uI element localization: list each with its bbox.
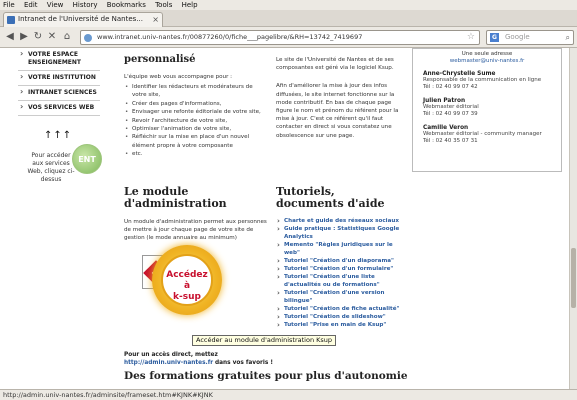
back-button[interactable]: ◀ xyxy=(4,30,16,44)
admin-url-link[interactable]: http://admin.univ-nantes.fr xyxy=(124,360,213,366)
tutorial-link[interactable]: Guide pratique : Statistiques Google Ana… xyxy=(276,225,406,241)
contact-card: Camille Veron Webmaster éditorial - comm… xyxy=(423,125,551,145)
access-ksup-line2: k-sup xyxy=(173,292,201,302)
contact-role: Webmaster éditorial - community manager xyxy=(423,131,542,137)
google-icon[interactable]: G xyxy=(490,33,499,42)
tutorial-link[interactable]: Tutoriel "Création d'un diaporama" xyxy=(276,257,406,265)
list-item: Optimiser l'animation de votre site, xyxy=(124,125,264,134)
home-button[interactable]: ⌂ xyxy=(60,30,74,44)
tutorial-link[interactable]: Tutoriel "Création d'une version bilingu… xyxy=(276,289,406,305)
ksup-info: Le site de l'Université de Nantes et de … xyxy=(276,48,404,140)
tutorials-section: Tutoriels, documents d'aide Charte et gu… xyxy=(276,185,406,330)
menu-history[interactable]: History xyxy=(73,1,98,9)
list-item: Réfléchir sur la mise en place d'un nouv… xyxy=(124,133,264,150)
up-arrows-icon: ↑↑↑ xyxy=(44,130,73,141)
bookmark-star-icon[interactable]: ☆ xyxy=(467,31,475,44)
admin-module-section: Le module d'administration Un module d'a… xyxy=(124,186,269,243)
contact-card: Anne-Chrystelle Sume Responsable de la c… xyxy=(423,71,551,91)
vertical-scrollbar[interactable] xyxy=(569,48,577,389)
tutorial-link[interactable]: Memento "Règles juridiques sur le web" xyxy=(276,241,406,257)
formations-heading: Des formations gratuites pour plus d'aut… xyxy=(124,370,408,382)
search-placeholder: Google xyxy=(505,33,530,41)
tutorial-link[interactable]: Tutoriel "Création de slideshow" xyxy=(276,313,406,321)
contacts-box: Une seule adresse webmaster@univ-nantes.… xyxy=(412,48,562,172)
favicon-icon xyxy=(7,16,15,24)
webmaster-email-link[interactable]: webmaster@univ-nantes.fr xyxy=(423,58,551,64)
search-icon[interactable]: ⌕ xyxy=(566,31,570,44)
ent-caption: Pour accéder aux services Web, cliquez c… xyxy=(27,152,75,183)
tutorial-link[interactable]: Tutoriel "Création d'un formulaire" xyxy=(276,265,406,273)
tutorial-link[interactable]: Tutoriel "Prise en main de Ksup" xyxy=(276,321,406,329)
contact-role: Responsable de la communication en ligne xyxy=(423,77,542,83)
site-identity-icon[interactable] xyxy=(84,34,92,42)
url-bar[interactable]: www.intranet.univ-nantes.fr/00877260/0/f… xyxy=(80,30,480,45)
status-bar: http://admin.univ-nantes.fr/adminsite/fr… xyxy=(0,389,577,400)
access-ksup-button[interactable]: Accédez à k-sup xyxy=(161,254,213,306)
module-description: Un module d'administration permet aux pe… xyxy=(124,219,267,242)
list-item: Créer des pages d'informations, xyxy=(124,100,264,109)
intro-heading: personnalisé xyxy=(124,54,196,65)
access-ksup-line1: Accédez à xyxy=(166,270,208,291)
sidebar-item-sciences[interactable]: INTRANET SCIENCES xyxy=(18,86,100,101)
menu-file[interactable]: File xyxy=(3,1,15,9)
tab-bar: Intranet de l'Université de Nantes... × xyxy=(0,10,577,27)
forward-button[interactable]: ▶ xyxy=(18,30,30,44)
direct-prefix: Pour un accès direct, mettez xyxy=(124,352,218,358)
menu-view[interactable]: View xyxy=(47,1,64,9)
sidebar-nav: VOTRE ESPACE ENSEIGNEMENT VOTRE INSTITUT… xyxy=(18,48,100,116)
tutorial-link[interactable]: Tutoriel "Création de fiche actualité" xyxy=(276,305,406,313)
direct-suffix: dans vos favoris ! xyxy=(214,360,274,366)
browser-tab[interactable]: Intranet de l'Université de Nantes... × xyxy=(3,12,163,27)
list-item: Revoir l'architecture de votre site, xyxy=(124,117,264,126)
contributif-paragraph: Afin d'améliorer la mise à jour des info… xyxy=(276,83,399,139)
tutorials-heading: Tutoriels, documents d'aide xyxy=(276,185,385,210)
list-item: Envisager une refonte éditoriale de votr… xyxy=(124,108,264,117)
sidebar-item-enseignement[interactable]: VOTRE ESPACE ENSEIGNEMENT xyxy=(18,48,100,71)
reload-button[interactable]: ↻ xyxy=(32,30,44,44)
url-text: www.intranet.univ-nantes.fr/00877260/0/f… xyxy=(97,33,363,41)
contacts-caption: Une seule adresse xyxy=(461,51,513,57)
ksup-paragraph: Le site de l'Université de Nantes et de … xyxy=(276,57,394,72)
contact-card: Julien Patron Webmaster éditorial Tél : … xyxy=(423,98,551,118)
intro-lead: L'équipe web vous accompagne pour : xyxy=(124,74,233,80)
search-input[interactable]: G Google ⌕ xyxy=(486,30,574,45)
navigation-toolbar: ◀ ▶ ↻ ✕ ⌂ www.intranet.univ-nantes.fr/00… xyxy=(0,27,577,48)
direct-access-note: Pour un accès direct, mettez http://admi… xyxy=(124,351,274,367)
ksup-tooltip: Accéder au module d'administration Ksup xyxy=(192,335,337,346)
sidebar-item-institution[interactable]: VOTRE INSTITUTION xyxy=(18,71,100,86)
intro-bullets: Identifier les rédacteurs et modérateurs… xyxy=(124,83,264,159)
contact-phone: Tél : 02 40 99 07 39 xyxy=(423,111,478,117)
close-tab-icon[interactable]: × xyxy=(152,13,159,26)
contact-role: Webmaster éditorial xyxy=(423,104,479,110)
tutorials-list: Charte et guide des réseaux sociaux Guid… xyxy=(276,217,406,329)
menu-help[interactable]: Help xyxy=(182,1,198,9)
list-item: etc. xyxy=(124,150,264,159)
menu-tools[interactable]: Tools xyxy=(155,1,172,9)
menu-bar: File Edit View History Bookmarks Tools H… xyxy=(0,0,577,10)
intro-section: personnalisé L'équipe web vous accompagn… xyxy=(124,48,264,159)
menu-edit[interactable]: Edit xyxy=(24,1,38,9)
module-heading: Le module d'administration xyxy=(124,185,227,210)
ent-button[interactable]: ENT xyxy=(72,144,102,174)
menu-bookmarks[interactable]: Bookmarks xyxy=(107,1,146,9)
contact-phone: Tél : 02 40 99 07 42 xyxy=(423,84,478,90)
scrollbar-thumb[interactable] xyxy=(571,248,576,308)
list-item: Identifier les rédacteurs et modérateurs… xyxy=(124,83,264,100)
tutorial-link[interactable]: Tutoriel "Création d'une liste d'actuali… xyxy=(276,273,406,289)
sidebar-item-services-web[interactable]: VOS SERVICES WEB xyxy=(18,101,100,116)
tab-title: Intranet de l'Université de Nantes... xyxy=(18,15,143,23)
tutorial-link[interactable]: Charte et guide des réseaux sociaux xyxy=(276,217,406,225)
stop-button[interactable]: ✕ xyxy=(46,30,58,44)
page-viewport: VOTRE ESPACE ENSEIGNEMENT VOTRE INSTITUT… xyxy=(0,48,569,389)
contact-phone: Tél : 02 40 35 07 31 xyxy=(423,138,478,144)
